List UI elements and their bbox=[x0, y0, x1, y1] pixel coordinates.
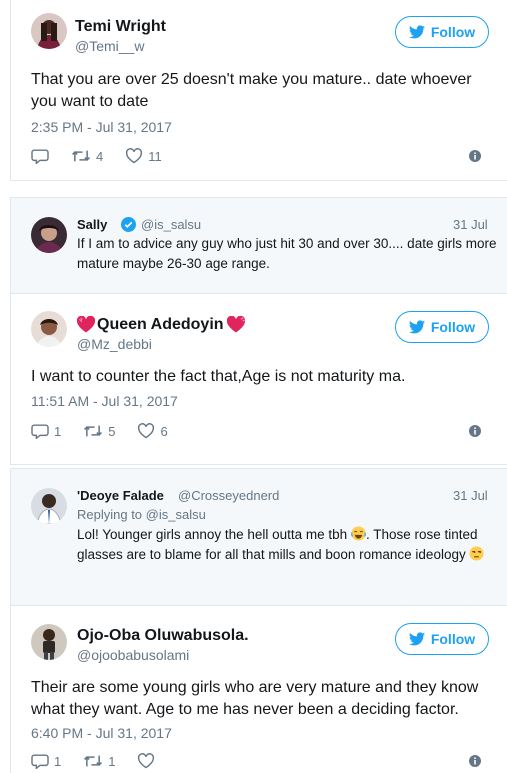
quoted-text-part-1: Lol! Younger girls annoy the hell outta … bbox=[77, 527, 348, 542]
retweet-action[interactable]: 4 bbox=[71, 148, 103, 164]
unamused-emoji-icon bbox=[469, 546, 485, 561]
follow-button[interactable]: Follow bbox=[395, 16, 489, 48]
follow-label: Follow bbox=[430, 319, 476, 335]
follow-label: Follow bbox=[430, 24, 476, 40]
heart-emoji-icon bbox=[226, 316, 246, 333]
retweet-count: 5 bbox=[108, 423, 116, 439]
like-icon bbox=[138, 423, 155, 439]
tweet-actions: 1 1 bbox=[31, 751, 493, 771]
user-handle[interactable]: @Temi__w bbox=[75, 38, 144, 54]
quoted-user-handle[interactable]: @Crosseyednerd bbox=[178, 488, 279, 503]
tweet-actions: 4 11 bbox=[31, 146, 493, 166]
follow-label: Follow bbox=[430, 631, 476, 647]
follow-button[interactable]: Follow bbox=[395, 311, 489, 343]
display-name[interactable]: Queen Adedoyin bbox=[97, 316, 224, 334]
tweet-text: Their are some young girls who are very … bbox=[31, 679, 479, 718]
reply-icon bbox=[31, 754, 49, 769]
quoted-user-handle[interactable]: @is_salsu bbox=[141, 217, 201, 232]
quoted-text: If I am to advice any guy who just hit 3… bbox=[77, 236, 497, 271]
twitter-bird-icon bbox=[408, 632, 425, 646]
heart-emoji-icon bbox=[76, 316, 96, 333]
avatar[interactable] bbox=[31, 311, 67, 347]
tweet-timestamp[interactable]: 2:35 PM - Jul 31, 2017 bbox=[31, 119, 172, 135]
avatar[interactable] bbox=[31, 217, 67, 253]
tweet-timestamp[interactable]: 6:40 PM - Jul 31, 2017 bbox=[31, 725, 172, 741]
like-action[interactable]: 6 bbox=[137, 423, 168, 439]
info-icon[interactable] bbox=[469, 150, 481, 162]
quoted-date[interactable]: 31 Jul bbox=[453, 488, 488, 503]
info-icon[interactable] bbox=[469, 755, 481, 767]
info-icon[interactable] bbox=[469, 425, 481, 437]
like-icon bbox=[138, 753, 155, 769]
reply-count: 1 bbox=[54, 753, 62, 769]
display-name[interactable]: Ojo-Oba Oluwabusola. bbox=[77, 627, 249, 645]
retweet-action[interactable]: 1 bbox=[83, 753, 115, 769]
tweet-text: I want to counter the fact that,Age is n… bbox=[31, 368, 406, 385]
like-count: 6 bbox=[160, 423, 168, 439]
retweet-icon bbox=[84, 425, 103, 437]
reply-action[interactable]: 1 bbox=[31, 423, 61, 439]
quoted-tweet[interactable]: 'Deoye Falade @Crosseyednerd 31 Jul Repl… bbox=[11, 469, 507, 606]
twitter-bird-icon bbox=[408, 320, 425, 334]
quoted-tweet[interactable]: Sally @is_salsu 31 Jul If I am to advice… bbox=[11, 198, 507, 294]
reply-icon bbox=[31, 424, 49, 439]
like-count: 11 bbox=[148, 148, 162, 164]
retweet-count: 4 bbox=[96, 148, 104, 164]
quoted-display-name[interactable]: 'Deoye Falade bbox=[77, 488, 164, 503]
display-name[interactable]: Temi Wright bbox=[75, 18, 166, 36]
avatar[interactable] bbox=[31, 624, 67, 660]
tweet-card-queen: Sally @is_salsu 31 Jul If I am to advice… bbox=[10, 197, 507, 465]
like-icon bbox=[126, 148, 143, 164]
quoted-date[interactable]: 31 Jul bbox=[453, 217, 488, 232]
tweet-actions: 1 5 6 bbox=[31, 421, 493, 441]
avatar[interactable] bbox=[31, 13, 67, 49]
reply-count: 1 bbox=[54, 423, 62, 439]
tweet-text: That you are over 25 doesn't make you ma… bbox=[31, 71, 472, 110]
quoted-display-name[interactable]: Sally bbox=[77, 217, 107, 232]
tears-of-joy-emoji-icon bbox=[350, 526, 366, 541]
replying-to[interactable]: Replying to @is_salsu bbox=[77, 507, 206, 522]
retweet-count: 1 bbox=[108, 753, 116, 769]
verified-badge-icon bbox=[121, 217, 136, 232]
user-handle[interactable]: @Mz_debbi bbox=[77, 336, 152, 352]
retweet-icon bbox=[71, 150, 91, 162]
user-handle[interactable]: @ojoobabusolami bbox=[77, 647, 189, 663]
reply-icon bbox=[31, 149, 49, 164]
tweet-card-ojo-oba: 'Deoye Falade @Crosseyednerd 31 Jul Repl… bbox=[10, 468, 507, 773]
retweet-action[interactable]: 5 bbox=[83, 423, 115, 439]
tweet-timestamp[interactable]: 11:51 AM - Jul 31, 2017 bbox=[31, 393, 178, 409]
tweet-card-temi: Temi Wright @Temi__w Follow That you are… bbox=[10, 0, 507, 181]
avatar[interactable] bbox=[31, 488, 67, 524]
reply-action[interactable]: 1 bbox=[31, 753, 61, 769]
like-action[interactable] bbox=[137, 753, 155, 769]
reply-action[interactable] bbox=[31, 148, 49, 164]
like-action[interactable]: 11 bbox=[125, 148, 162, 164]
follow-button[interactable]: Follow bbox=[395, 623, 489, 655]
twitter-bird-icon bbox=[408, 25, 425, 39]
retweet-icon bbox=[84, 755, 103, 767]
quoted-text: Lol! Younger girls annoy the hell outta … bbox=[77, 525, 497, 565]
